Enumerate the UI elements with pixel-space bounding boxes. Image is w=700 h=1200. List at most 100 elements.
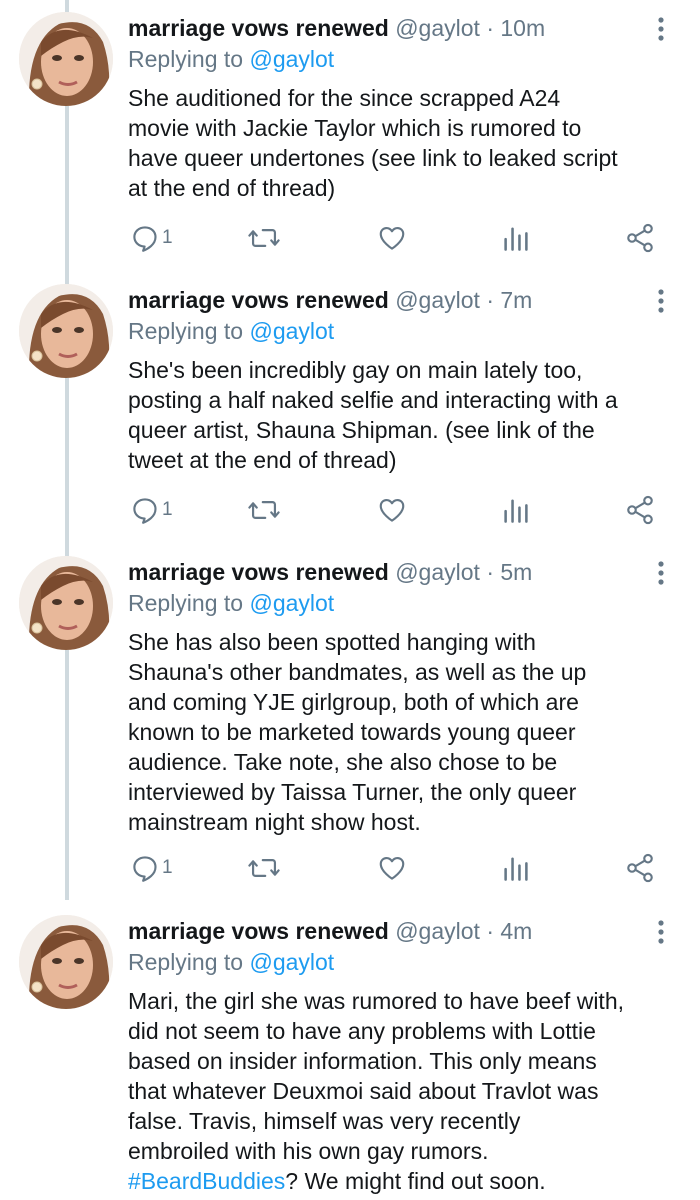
tweet-text-line: movie with Jackie Taylor which is rumore… [128,115,582,141]
tweet-text-line: embroiled with his own gay rumors. [128,1138,489,1164]
tweet[interactable]: marriage vows renewed @gaylot · 5m Reply… [0,544,700,902]
tweet-text-line: interviewed by Taissa Turner, the only q… [128,779,577,805]
user-handle[interactable]: @gaylot [395,918,480,944]
share-button[interactable] [624,490,656,530]
like-button[interactable] [377,218,407,258]
vertical-dots-icon[interactable] [651,560,671,588]
analytics-button[interactable] [502,218,530,258]
retweet-icon [248,859,280,877]
retweet-button[interactable] [247,490,281,530]
display-name[interactable]: marriage vows renewed [128,15,389,41]
separator-dot: · [486,559,494,585]
bar-chart-icon [504,857,528,881]
like-button[interactable] [377,848,407,888]
hashtag-link[interactable]: #BeardBuddies [128,1168,285,1194]
replying-to-label: Replying to [128,949,244,975]
tweet-text: She has also been spotted hanging with S… [128,627,688,837]
separator-dot: · [486,15,494,41]
heart-icon [379,856,405,880]
speech-bubble-icon [133,498,157,524]
retweet-button[interactable] [247,218,281,258]
tweet-text-line: queer artist, Shauna Shipman. (see link … [128,417,595,443]
share-button[interactable] [624,848,656,888]
replying-to-handle[interactable]: @gaylot [249,46,334,72]
share-button[interactable] [624,218,656,258]
tweet[interactable]: marriage vows renewed @gaylot · 10m Repl… [0,0,700,272]
replying-to-handle[interactable]: @gaylot [249,590,334,616]
tweet-text: She's been incredibly gay on main lately… [128,355,688,475]
speech-bubble-icon [133,226,157,252]
tweet-text-line: #BeardBuddies? We might find out soon. [128,1166,688,1196]
tweet-header: marriage vows renewed @gaylot · 10m [128,13,545,43]
retweet-icon [248,501,280,519]
tweet-text-line: that whatever Deuxmoi said about Travlot… [128,1078,599,1104]
share-icon [627,495,653,525]
tweet-text-line: mainstream night show host. [128,809,421,835]
replying-to-label: Replying to [128,318,244,344]
replying-to-handle[interactable]: @gaylot [249,949,334,975]
bar-chart-icon [504,499,528,523]
retweet-button[interactable] [247,848,281,888]
tweet-text-line: audience. Take note, she also chose to b… [128,749,558,775]
tweet[interactable]: marriage vows renewed @gaylot · 7m Reply… [0,272,700,544]
tweet-text-line: based on insider information. This only … [128,1048,597,1074]
separator-dot: · [486,918,494,944]
tweet-text-line: have queer undertones (see link to leake… [128,145,618,171]
tweet-header: marriage vows renewed @gaylot · 4m [128,916,532,946]
avatar[interactable] [19,12,113,106]
tweet[interactable]: marriage vows renewed @gaylot · 4m Reply… [0,903,700,1200]
tweet-actions: 1 [0,218,700,258]
timestamp[interactable]: 5m [500,559,532,585]
tweet-text-line: She auditioned for the since scrapped A2… [128,85,561,111]
tweet-text-line: posting a half naked selfie and interact… [128,387,618,413]
tweet-text: She auditioned for the since scrapped A2… [128,83,688,203]
reply-count: 1 [162,499,173,520]
tweet-text-fragment: ? We might find out soon. [285,1168,546,1194]
avatar[interactable] [19,915,113,1009]
avatar[interactable] [19,556,113,650]
timestamp[interactable]: 7m [500,287,532,313]
tweet-text: Mari, the girl she was rumored to have b… [128,986,688,1196]
replying-to: Replying to @gaylot [128,947,334,977]
analytics-button[interactable] [502,490,530,530]
tweet-text-line: Shauna's other bandmates, as well as the… [128,659,587,685]
like-button[interactable] [377,490,407,530]
speech-bubble-icon [133,856,157,882]
replying-to-label: Replying to [128,590,244,616]
tweet-text-line: at the end of thread) [128,175,336,201]
analytics-button[interactable] [502,848,530,888]
user-handle[interactable]: @gaylot [395,559,480,585]
vertical-dots-icon[interactable] [651,919,671,947]
display-name[interactable]: marriage vows renewed [128,559,389,585]
replying-to: Replying to @gaylot [128,44,334,74]
vertical-dots-icon[interactable] [651,16,671,44]
timestamp[interactable]: 10m [500,15,545,41]
replying-to-handle[interactable]: @gaylot [249,318,334,344]
separator-dot: · [486,287,494,313]
tweet-text-line: Mari, the girl she was rumored to have b… [128,988,625,1014]
tweet-text-line: did not seem to have any problems with L… [128,1018,596,1044]
reply-button[interactable]: 1 [130,490,173,530]
avatar[interactable] [19,284,113,378]
reply-count: 1 [162,227,173,248]
heart-icon [379,226,405,250]
replying-to-label: Replying to [128,46,244,72]
display-name[interactable]: marriage vows renewed [128,287,389,313]
tweet-actions: 1 [0,490,700,530]
user-handle[interactable]: @gaylot [395,15,480,41]
reply-button[interactable]: 1 [130,848,173,888]
user-handle[interactable]: @gaylot [395,287,480,313]
retweet-icon [248,229,280,247]
timestamp[interactable]: 4m [500,918,532,944]
reply-count: 1 [162,857,173,878]
replying-to: Replying to @gaylot [128,316,334,346]
tweet-header: marriage vows renewed @gaylot · 7m [128,285,532,315]
display-name[interactable]: marriage vows renewed [128,918,389,944]
share-icon [627,853,653,883]
tweet-text-line: false. Travis, himself was very recently [128,1108,521,1134]
vertical-dots-icon[interactable] [651,288,671,316]
tweet-header: marriage vows renewed @gaylot · 5m [128,557,532,587]
bar-chart-icon [504,227,528,251]
share-icon [627,223,653,253]
reply-button[interactable]: 1 [130,218,173,258]
